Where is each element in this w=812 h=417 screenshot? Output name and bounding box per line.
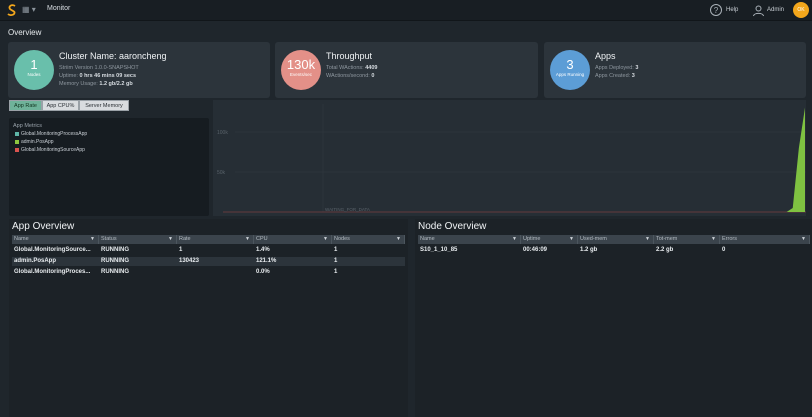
- tab-server-memory[interactable]: Server Memory: [79, 100, 129, 111]
- app-overview-section: App Overview Name ▼ Status ▼ Rate ▼ CPU ▼ No…: [9, 219, 408, 417]
- node-overview-section: Node Overview Name ▼ Uptime ▼ Used-mem ▼ To…: [415, 219, 812, 417]
- legend-item-monitoring-source-app[interactable]: Global.MonitoringSourceApp: [15, 147, 85, 153]
- column-header-tot-mem[interactable]: Tot-mem ▼: [654, 235, 720, 244]
- column-header-cpu[interactable]: CPU ▼: [254, 235, 332, 244]
- apps-count: 3: [566, 57, 574, 72]
- node-overview-title: Node Overview: [418, 221, 487, 232]
- column-header-name[interactable]: Name ▼: [418, 235, 521, 244]
- cluster-uptime: Uptime: 0 hrs 46 mins 09 secs: [59, 73, 137, 79]
- grid-menu-icon[interactable]: ▦ ▾: [22, 5, 36, 14]
- app-rate-chart: 100k 50k WAITING_FOR_DATA: [213, 100, 806, 216]
- node-overview-header: Name ▼ Uptime ▼ Used-mem ▼ Tot-mem ▼ Errors ▼: [418, 235, 810, 244]
- y-tick-label: 100k: [217, 130, 228, 136]
- cluster-version: Striim Version 1.0.0-SNAPSHOT: [59, 65, 139, 71]
- table-row[interactable]: Global.MonitoringProces... RUNNING 0.0% …: [12, 268, 405, 277]
- help-link[interactable]: Help: [726, 7, 738, 13]
- apps-title: Apps: [595, 51, 616, 61]
- column-header-nodes[interactable]: Nodes ▼: [332, 235, 405, 244]
- column-header-errors[interactable]: Errors ▼: [720, 235, 810, 244]
- nodes-count-label: Nodes: [27, 72, 41, 77]
- total-wactions: Total WActions: 4409: [326, 65, 378, 71]
- legend-item-pos-app[interactable]: admin.PosApp: [15, 139, 54, 145]
- throughput-count: 130k: [286, 57, 316, 72]
- user-icon[interactable]: [752, 4, 765, 17]
- app-rate-chart-svg: 100k 50k WAITING_FOR_DATA: [217, 104, 806, 213]
- tab-app-cpu[interactable]: App CPU%: [42, 100, 79, 111]
- wactions-per-second: WActions/second: 0: [326, 73, 375, 79]
- table-row[interactable]: S10_1_10_85 00:46:09 1.2 gb 2.2 gb 0: [418, 246, 810, 255]
- legend-item-monitoring-process-app[interactable]: Global.MonitoringProcessApp: [15, 131, 87, 137]
- throughput-title: Throughput: [326, 51, 373, 61]
- page-title: Monitor: [47, 5, 71, 12]
- overview-heading: Overview: [8, 28, 42, 37]
- app-metrics-panel: App Metrics Global.MonitoringProcessApp …: [9, 118, 209, 216]
- throughput-count-label: Events/sec: [289, 72, 312, 77]
- cluster-memory: Memory Usage: 1.2 gb/2.2 gb: [59, 81, 133, 87]
- column-header-rate[interactable]: Rate ▼: [177, 235, 254, 244]
- top-bar: ▦ ▾ Monitor ? Help Admin OK: [0, 0, 812, 21]
- app-overview-header: Name ▼ Status ▼ Rate ▼ CPU ▼ Nodes ▼: [12, 235, 405, 244]
- table-row[interactable]: admin.PosApp RUNNING 130423 121.1% 1: [12, 257, 405, 266]
- nodes-count-circle: 1 Nodes: [14, 50, 54, 90]
- nodes-count: 1: [30, 57, 38, 72]
- area-series-0: [713, 107, 805, 212]
- x-tick-label: WAITING_FOR_DATA: [325, 207, 370, 212]
- throughput-circle: 130k Events/sec: [281, 50, 321, 90]
- user-menu[interactable]: Admin: [767, 7, 784, 13]
- apps-card: 3 Apps Running Apps Apps Deployed: 3 App…: [544, 42, 806, 98]
- throughput-card: 130k Events/sec Throughput Total WAction…: [275, 42, 538, 98]
- apps-circle: 3 Apps Running: [550, 50, 590, 90]
- apps-count-label: Apps Running: [555, 72, 585, 77]
- column-header-uptime[interactable]: Uptime ▼: [521, 235, 578, 244]
- cluster-card: 1 Nodes Cluster Name: aaroncheng Striim …: [8, 42, 270, 98]
- table-row[interactable]: Global.MonitoringSource... RUNNING 1 1.4…: [12, 246, 405, 255]
- help-icon[interactable]: ?: [710, 4, 722, 16]
- column-header-status[interactable]: Status ▼: [99, 235, 177, 244]
- tab-app-rate[interactable]: App Rate: [9, 100, 42, 111]
- apps-created: Apps Created: 3: [595, 73, 635, 79]
- y-tick-label: 50k: [217, 170, 226, 176]
- app-metrics-title: App Metrics: [13, 123, 43, 129]
- avatar[interactable]: OK: [793, 2, 809, 18]
- apps-deployed: Apps Deployed: 3: [595, 65, 639, 71]
- column-header-name[interactable]: Name ▼: [12, 235, 99, 244]
- striim-logo-icon[interactable]: [6, 4, 18, 17]
- cluster-name: Cluster Name: aaroncheng: [59, 51, 167, 61]
- app-overview-title: App Overview: [12, 221, 75, 232]
- column-header-used-mem[interactable]: Used-mem ▼: [578, 235, 654, 244]
